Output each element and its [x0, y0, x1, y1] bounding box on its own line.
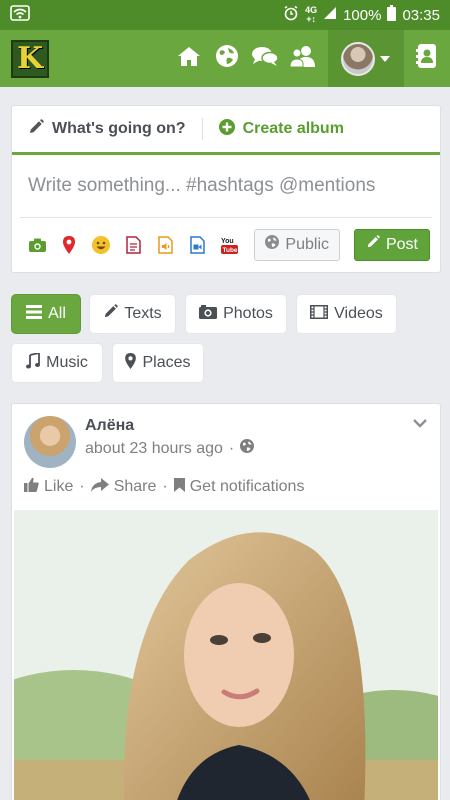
- network-type-bottom: +↕: [306, 14, 316, 24]
- plus-circle-icon: [218, 118, 235, 140]
- filter-places-label: Places: [142, 354, 191, 371]
- photo-icon: [199, 304, 218, 324]
- action-separator: ·: [79, 478, 85, 495]
- alarm-icon: [283, 5, 299, 25]
- post-meta: about 23 hours ago ·: [85, 439, 255, 458]
- wifi-icon: [10, 4, 30, 26]
- youtube-icon[interactable]: You Tube: [220, 236, 238, 254]
- explore-button[interactable]: [208, 30, 246, 87]
- logo-letter: K: [16, 41, 44, 76]
- signal-icon: [323, 6, 337, 24]
- like-label: Like: [44, 478, 74, 495]
- list-icon: [26, 304, 43, 324]
- chat-icon: [251, 45, 279, 72]
- globe-icon: [215, 44, 239, 73]
- share-button[interactable]: Share: [90, 477, 157, 497]
- feed-post: Алёна about 23 hours ago · Like · Share …: [11, 403, 441, 800]
- post-author-avatar[interactable]: [24, 416, 76, 468]
- account-menu-button[interactable]: [328, 30, 404, 87]
- home-button[interactable]: [170, 30, 208, 87]
- post-text-input[interactable]: [12, 155, 440, 217]
- friends-button[interactable]: [284, 30, 322, 87]
- status-bar: 4G +↕ 100% 03:35: [0, 0, 450, 30]
- avatar: [341, 41, 375, 76]
- share-icon: [90, 477, 109, 497]
- post-button[interactable]: Post: [354, 228, 430, 261]
- tab-status-update[interactable]: What's going on?: [28, 118, 186, 140]
- filter-texts-label: Texts: [124, 305, 162, 322]
- composer-tabs: What's going on? Create album: [12, 106, 440, 152]
- emoji-icon[interactable]: [92, 235, 110, 254]
- filter-places[interactable]: Places: [112, 343, 204, 383]
- bookmark-icon: [173, 477, 185, 497]
- meta-separator: ·: [228, 439, 235, 457]
- pencil-icon: [103, 304, 119, 324]
- svg-text:You: You: [221, 238, 234, 245]
- post-photo[interactable]: [14, 510, 438, 800]
- tab-divider: [201, 118, 203, 140]
- filter-music-label: Music: [46, 354, 88, 371]
- filter-all[interactable]: All: [11, 294, 81, 334]
- filter-photos-label: Photos: [223, 305, 273, 322]
- audio-file-icon[interactable]: [156, 235, 174, 254]
- post-photo-illustration: [14, 510, 438, 800]
- privacy-selector[interactable]: Public: [254, 228, 340, 261]
- tab-create-album[interactable]: Create album: [218, 118, 344, 140]
- post-composer: What's going on? Create album Write some…: [11, 105, 441, 273]
- site-logo[interactable]: K: [11, 39, 49, 78]
- users-icon: [289, 44, 317, 73]
- notifications-label: Get notifications: [189, 478, 305, 495]
- messages-button[interactable]: [246, 30, 284, 87]
- share-label: Share: [113, 478, 157, 495]
- filter-music[interactable]: Music: [11, 343, 103, 383]
- camera-icon[interactable]: [28, 236, 46, 254]
- film-icon: [310, 304, 329, 324]
- video-file-icon[interactable]: [188, 235, 206, 254]
- tab-status-label: What's going on?: [52, 120, 186, 137]
- map-marker-icon: [125, 352, 137, 374]
- filter-videos-label: Videos: [334, 305, 383, 322]
- thumbs-up-icon: [24, 477, 39, 497]
- network-type: 4G +↕: [305, 6, 317, 24]
- composer-footer: You Tube Public Post: [20, 217, 432, 271]
- privacy-label: Public: [285, 235, 329, 253]
- home-icon: [177, 45, 201, 72]
- battery-icon: [387, 5, 397, 25]
- address-book-icon: [416, 43, 438, 74]
- chevron-down-icon: [412, 415, 428, 433]
- post-button-label: Post: [385, 235, 418, 253]
- globe-icon: [265, 235, 280, 254]
- pencil-icon: [366, 235, 380, 254]
- svg-text:Tube: Tube: [222, 247, 237, 254]
- action-separator: ·: [162, 478, 168, 495]
- clock: 03:35: [402, 6, 440, 24]
- post-timestamp[interactable]: about 23 hours ago: [85, 440, 223, 458]
- filter-all-label: All: [48, 305, 66, 322]
- location-pin-icon[interactable]: [60, 235, 78, 254]
- notifications-button[interactable]: Get notifications: [173, 477, 305, 497]
- music-icon: [26, 351, 41, 374]
- battery-percent: 100%: [343, 6, 382, 24]
- filter-texts[interactable]: Texts: [89, 294, 176, 334]
- like-button[interactable]: Like: [24, 477, 73, 497]
- document-icon[interactable]: [124, 235, 142, 254]
- pencil-icon: [28, 118, 44, 140]
- attachment-bar: You Tube: [20, 235, 238, 254]
- post-options-button[interactable]: [410, 416, 430, 432]
- globe-icon: [240, 439, 255, 458]
- post-action-bar: Like · Share · Get notifications: [24, 477, 304, 497]
- filter-photos[interactable]: Photos: [185, 294, 287, 334]
- contacts-button[interactable]: [404, 30, 450, 87]
- tab-album-label: Create album: [242, 120, 344, 137]
- chevron-down-icon: [379, 50, 391, 68]
- post-author-name[interactable]: Алёна: [85, 417, 134, 435]
- top-nav: K: [0, 30, 450, 87]
- filter-videos[interactable]: Videos: [296, 294, 397, 334]
